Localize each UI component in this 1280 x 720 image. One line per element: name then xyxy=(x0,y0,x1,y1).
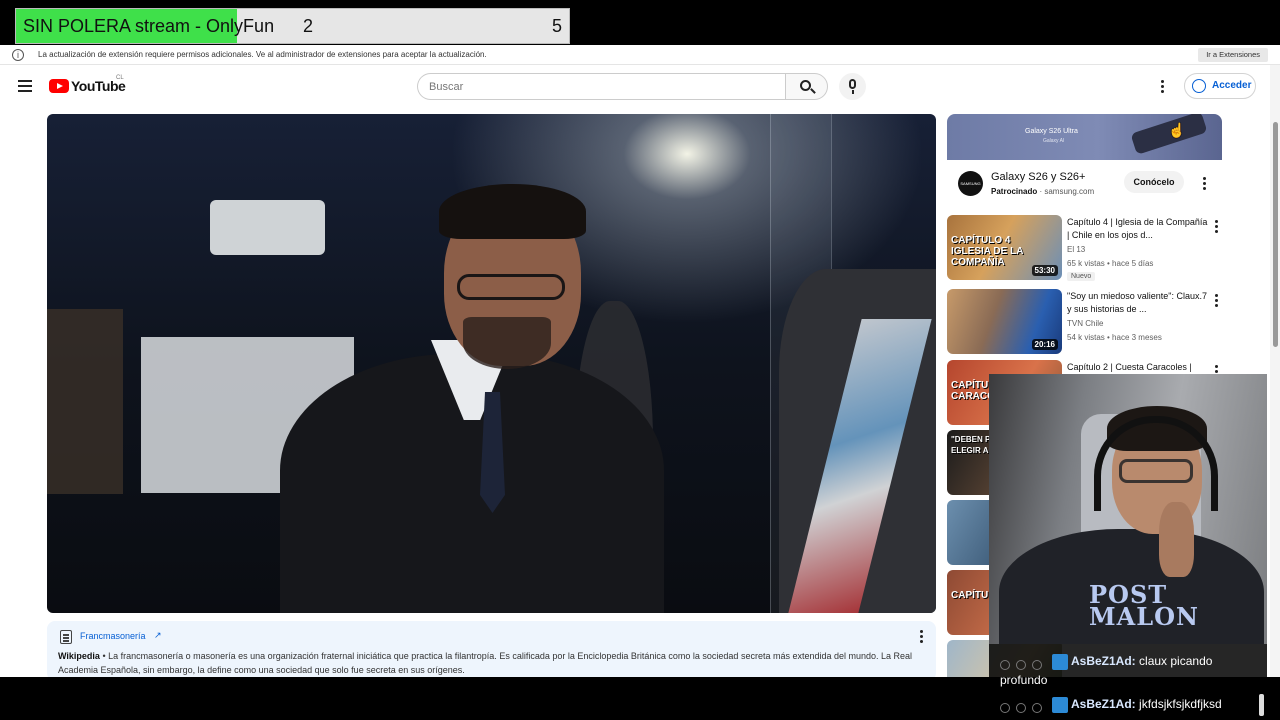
chat-badge-icon xyxy=(1016,659,1026,670)
chat-badge-icon xyxy=(1000,659,1010,670)
video-thumbnail[interactable]: 20:16 xyxy=(947,289,1062,354)
chat-message: AsBeZ1Ad: claux picando profundo xyxy=(1000,652,1262,690)
video-title[interactable]: Capítulo 4 | Iglesia de la Compañía | Ch… xyxy=(1067,216,1209,242)
go-to-extensions-button[interactable]: Ir a Extensiones xyxy=(1198,48,1268,62)
new-badge: Nuevo xyxy=(1067,272,1096,281)
chat-text: jkfdsjkfsjkdfjksd xyxy=(1139,697,1222,711)
ad-domain: samsung.com xyxy=(1044,187,1095,196)
video-duration: 53:30 xyxy=(1031,265,1058,276)
search-input[interactable] xyxy=(418,74,785,99)
chat-badge-icon xyxy=(1016,702,1026,713)
ad-cta-button[interactable]: Conócelo xyxy=(1124,171,1184,193)
info-panel-description: La francmasonería o masonería es una org… xyxy=(58,651,913,675)
hamburger-menu-icon[interactable] xyxy=(18,80,32,92)
video-title[interactable]: "Soy un miedoso valiente": Claux.7 y sus… xyxy=(1067,290,1209,316)
video-meta: 54 k vistas • hace 3 meses xyxy=(1067,333,1162,342)
info-panel-card: Francmasonería ↗ Wikipedia • La francmas… xyxy=(47,621,936,677)
stream-goal-bar: SIN POLERA stream - OnlyFun 2 5 xyxy=(15,8,570,44)
video-thumbnail[interactable]: CAPÍTULO 4 IGLESIA DE LA COMPAÑÍA 53:30 xyxy=(947,215,1062,280)
chat-badges xyxy=(1000,657,1052,670)
chat-message: AsBeZ1Ad: jkfdsjkfsjkdfjksd xyxy=(1000,695,1262,714)
recommended-video[interactable]: 20:16 "Soy un miedoso valiente": Claux.7… xyxy=(947,289,1222,355)
stream-goal-target: 5 xyxy=(551,16,562,36)
chat-user-icon xyxy=(1052,653,1068,670)
chat-scrollbar[interactable] xyxy=(1259,694,1264,716)
webcam-person-glasses xyxy=(1119,459,1193,483)
account-circle-icon xyxy=(1192,79,1206,93)
voice-search-button[interactable] xyxy=(839,73,866,100)
video-frame-person-glasses xyxy=(457,274,565,300)
webcam-overlay: POST MALON xyxy=(989,374,1267,644)
video-frame-wall-panel xyxy=(47,309,123,494)
ad-sponsored-label: Patrocinado xyxy=(991,187,1038,196)
youtube-logo-icon[interactable] xyxy=(49,79,69,93)
ad-menu-kebab-icon[interactable] xyxy=(1203,177,1206,192)
chat-badge-icon xyxy=(1032,702,1042,713)
webcam-shirt-print: POST MALON xyxy=(1089,580,1199,631)
advertiser-avatar[interactable]: SAMSUNG xyxy=(958,171,983,196)
video-menu-kebab-icon[interactable] xyxy=(1215,294,1218,309)
webcam-person-hand xyxy=(1159,502,1194,577)
ad-banner-title: Galaxy S26 Ultra xyxy=(1025,128,1078,135)
page-scrollbar[interactable] xyxy=(1270,65,1280,677)
info-panel-text: Wikipedia • La francmasonería o masonerí… xyxy=(58,649,918,677)
chat-username: AsBeZ1Ad: xyxy=(1071,697,1136,711)
stream-goal-current: 2 xyxy=(303,16,314,36)
sign-in-button[interactable]: Acceder xyxy=(1184,73,1256,99)
ad-banner-subtitle: Galaxy AI xyxy=(1043,138,1065,144)
video-meta: 65 k vistas • hace 5 días xyxy=(1067,259,1154,268)
video-duration: 20:16 xyxy=(1031,339,1058,350)
video-frame-projector xyxy=(210,200,325,255)
sign-in-label: Acceder xyxy=(1212,80,1252,91)
info-panel-menu-kebab-icon[interactable] xyxy=(920,630,923,645)
chat-badge-icon xyxy=(1032,659,1042,670)
external-link-icon[interactable]: ↗ xyxy=(154,630,162,641)
video-menu-kebab-icon[interactable] xyxy=(1215,220,1218,235)
info-icon: i xyxy=(12,49,24,61)
search-box xyxy=(417,73,785,100)
info-panel-link[interactable]: Francmasonería xyxy=(80,631,146,641)
extension-notice-text: La actualización de extensión requiere p… xyxy=(38,50,487,59)
channel-name[interactable]: El 13 xyxy=(1067,245,1085,254)
stream-goal-title: SIN POLERA stream - OnlyFun xyxy=(23,16,275,36)
video-frame-person-hair xyxy=(439,184,586,239)
video-player[interactable] xyxy=(47,114,936,613)
page-scrollbar-thumb[interactable] xyxy=(1273,122,1278,347)
chat-badges xyxy=(1000,700,1052,713)
info-panel-source: Wikipedia xyxy=(58,651,100,661)
chat-user-icon xyxy=(1052,696,1068,713)
info-panel-separator: • xyxy=(99,651,109,661)
extension-notice-bar: i La actualización de extensión requiere… xyxy=(0,45,1280,65)
ad-sponsored-line: Patrocinado · samsung.com xyxy=(991,187,1094,196)
ad-title[interactable]: Galaxy S26 y S26+ xyxy=(991,171,1085,183)
article-icon xyxy=(60,630,72,644)
ad-card: SAMSUNG Galaxy S26 y S26+ Patrocinado · … xyxy=(947,160,1222,206)
screen: SIN POLERA stream - OnlyFun 2 5 i La act… xyxy=(0,0,1280,720)
chat-username: AsBeZ1Ad: xyxy=(1071,654,1136,668)
channel-name[interactable]: TVN Chile xyxy=(1067,319,1103,328)
video-title[interactable]: Capítulo 2 | Cuesta Caracoles | xyxy=(1067,361,1209,374)
chat-badge-icon xyxy=(1000,702,1010,713)
microphone-icon xyxy=(849,79,856,89)
thumbnail-text: CAPÍTULO 4 IGLESIA DE LA COMPAÑÍA xyxy=(951,235,1024,268)
video-frame-person-beard xyxy=(463,317,551,369)
recommended-video[interactable]: CAPÍTULO 4 IGLESIA DE LA COMPAÑÍA 53:30 … xyxy=(947,215,1222,281)
country-code: CL xyxy=(116,75,124,81)
masthead: YouTube CL Acceder xyxy=(0,66,1280,108)
settings-menu-kebab-icon[interactable] xyxy=(1161,80,1164,94)
stream-chat: AsBeZ1Ad: claux picando profundo AsBeZ1A… xyxy=(989,644,1267,720)
mouse-pointer-icon: ☝ xyxy=(1168,122,1186,138)
search-button[interactable] xyxy=(785,73,828,100)
